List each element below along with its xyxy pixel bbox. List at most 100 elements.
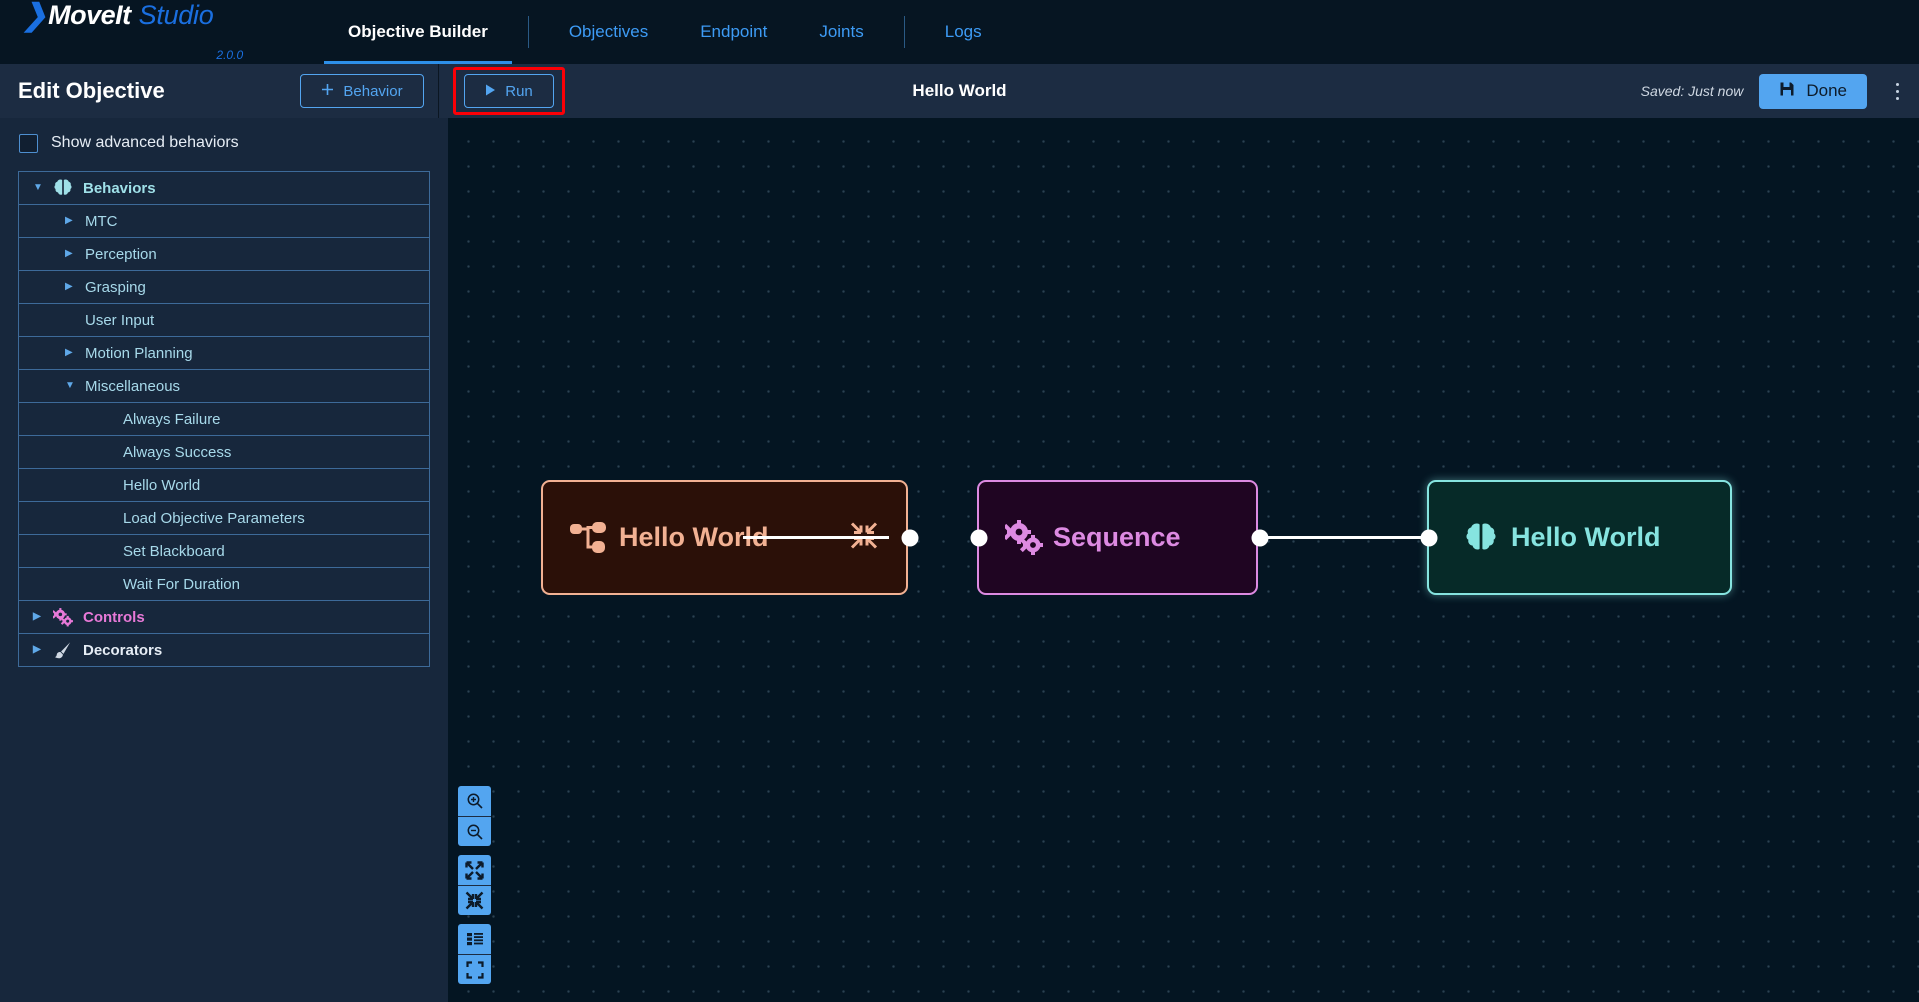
brand-name-primary: MoveIt bbox=[48, 0, 131, 30]
tree-item-wait-for-duration[interactable]: ▶ Wait For Duration bbox=[19, 568, 429, 601]
add-behavior-button[interactable]: Behavior bbox=[300, 74, 424, 108]
tree-item-label: Decorators bbox=[83, 641, 163, 659]
tree-item-label: Hello World bbox=[123, 476, 201, 494]
show-advanced-behaviors-checkbox[interactable] bbox=[19, 133, 38, 153]
behavior-tree-canvas[interactable]: Hello World Sequence Hello World bbox=[448, 118, 1919, 1002]
chevron-right-icon[interactable]: ▶ bbox=[65, 249, 79, 259]
tab-logs[interactable]: Logs bbox=[919, 0, 1008, 64]
expand-collapse-group bbox=[458, 855, 491, 915]
run-button-wrapper: Run bbox=[453, 67, 565, 115]
chevron-down-icon[interactable]: ▼ bbox=[65, 381, 79, 391]
tree-item-motion-planning[interactable]: ▶ Motion Planning bbox=[19, 337, 429, 370]
chevron-right-icon[interactable]: ▶ bbox=[65, 216, 79, 226]
toolbar-right-group: Saved: Just now Done bbox=[1641, 64, 1911, 118]
caret-spacer: ▶ bbox=[103, 546, 117, 556]
tree-item-label: Load Objective Parameters bbox=[123, 509, 305, 527]
page-title: Edit Objective bbox=[18, 78, 165, 103]
tree-item-label: Miscellaneous bbox=[85, 377, 181, 395]
tree-item-load-objective-parameters[interactable]: ▶ Load Objective Parameters bbox=[19, 502, 429, 535]
tab-label: Logs bbox=[944, 22, 982, 41]
canvas-controls bbox=[458, 786, 491, 984]
plus-icon bbox=[321, 83, 334, 100]
paintbrush-icon bbox=[53, 641, 75, 660]
caret-spacer: ▶ bbox=[103, 414, 117, 424]
tree-item-label: Perception bbox=[85, 245, 157, 263]
tree-item-label: Set Blackboard bbox=[123, 542, 225, 560]
editor-toolbar: Edit Objective Behavior Run Hello World … bbox=[0, 64, 1919, 118]
node-hello-world-leaf[interactable]: Hello World bbox=[1420, 480, 1732, 595]
tree-item-label: Motion Planning bbox=[85, 344, 193, 362]
node-input-port[interactable] bbox=[1420, 529, 1438, 546]
tree-item-label: User Input bbox=[85, 311, 155, 329]
tree-item-always-success[interactable]: ▶ Always Success bbox=[19, 436, 429, 469]
kebab-menu-icon[interactable] bbox=[1883, 71, 1911, 111]
tree-item-user-input[interactable]: ▶ User Input bbox=[19, 304, 429, 337]
layout-button[interactable] bbox=[458, 924, 491, 954]
toolbar-divider bbox=[438, 64, 439, 118]
tree-item-set-blackboard[interactable]: ▶ Set Blackboard bbox=[19, 535, 429, 568]
done-label: Done bbox=[1806, 81, 1847, 100]
tree-item-decorators[interactable]: ▶ Decorators bbox=[19, 634, 429, 667]
tree-item-mtc[interactable]: ▶ MTC bbox=[19, 205, 429, 238]
expand-all-button[interactable] bbox=[458, 855, 491, 885]
show-advanced-behaviors-row[interactable]: Show advanced behaviors bbox=[0, 118, 448, 168]
layout-group bbox=[458, 924, 491, 984]
tree-item-label: Grasping bbox=[85, 278, 146, 296]
tree-item-grasping[interactable]: ▶ Grasping bbox=[19, 271, 429, 304]
tree-item-miscellaneous[interactable]: ▼ Miscellaneous bbox=[19, 370, 429, 403]
tab-label: Objectives bbox=[568, 22, 649, 41]
chevron-down-icon[interactable]: ▼ bbox=[33, 183, 47, 193]
node-sequence[interactable]: Sequence bbox=[970, 480, 1269, 595]
gears-icon bbox=[997, 519, 1053, 556]
chevron-right-icon[interactable]: ▶ bbox=[65, 348, 79, 358]
caret-spacer: ▶ bbox=[103, 513, 117, 523]
save-floppy-icon bbox=[1779, 81, 1795, 102]
node-label: Hello World bbox=[1511, 522, 1661, 552]
tab-endpoint[interactable]: Endpoint bbox=[674, 0, 793, 64]
zoom-out-button[interactable] bbox=[458, 816, 491, 846]
node-input-port[interactable] bbox=[970, 529, 988, 546]
tree-item-controls[interactable]: ▶ Controls bbox=[19, 601, 429, 634]
caret-spacer: ▶ bbox=[65, 315, 79, 325]
zoom-in-button[interactable] bbox=[458, 786, 491, 816]
chevron-right-icon[interactable]: ▶ bbox=[65, 282, 79, 292]
brain-icon bbox=[53, 178, 75, 198]
done-button[interactable]: Done bbox=[1759, 73, 1867, 109]
nav-tabs: Objective Builder Objectives Endpoint Jo… bbox=[322, 0, 1008, 64]
brand-name-secondary: Studio bbox=[138, 0, 214, 30]
play-icon bbox=[485, 83, 496, 100]
brand-version: 2.0.0 bbox=[216, 48, 244, 62]
run-button[interactable]: Run bbox=[464, 74, 554, 108]
tree-item-hello-world[interactable]: ▶ Hello World bbox=[19, 469, 429, 502]
tab-label: Joints bbox=[819, 22, 864, 41]
nav-divider bbox=[903, 16, 905, 48]
chevron-right-icon[interactable]: ▶ bbox=[33, 645, 47, 655]
caret-spacer: ▶ bbox=[103, 480, 117, 490]
node-output-port[interactable] bbox=[1251, 529, 1269, 546]
tree-item-perception[interactable]: ▶ Perception bbox=[19, 238, 429, 271]
tree-item-label: Controls bbox=[83, 608, 145, 626]
tab-joints[interactable]: Joints bbox=[793, 0, 889, 64]
tree-item-label: Always Success bbox=[123, 443, 232, 461]
fit-view-button[interactable] bbox=[458, 954, 491, 984]
edge-subtree-to-sequence bbox=[743, 536, 889, 539]
tab-label: Endpoint bbox=[700, 22, 768, 41]
tab-objective-builder[interactable]: Objective Builder bbox=[322, 0, 514, 64]
chevron-right-icon[interactable]: ▶ bbox=[33, 612, 47, 622]
show-advanced-behaviors-label: Show advanced behaviors bbox=[51, 134, 239, 151]
node-output-port[interactable] bbox=[901, 529, 919, 546]
app-logo[interactable]: ❯ MoveIt Studio 2.0.0 bbox=[0, 0, 322, 64]
chevron-right-icon: ❯ bbox=[22, 0, 48, 32]
caret-spacer: ▶ bbox=[103, 579, 117, 589]
edge-sequence-to-leaf bbox=[1257, 536, 1429, 539]
tab-objectives[interactable]: Objectives bbox=[543, 0, 674, 64]
run-label: Run bbox=[505, 82, 533, 100]
behavior-tree-list: ▼ Behaviors ▶ MTC ▶ Perception ▶ Grasping ▶ User … bbox=[18, 171, 430, 667]
tree-item-label: Behaviors bbox=[83, 179, 156, 197]
caret-spacer: ▶ bbox=[103, 447, 117, 457]
collapse-all-button[interactable] bbox=[458, 885, 491, 915]
tree-item-label: Wait For Duration bbox=[123, 575, 240, 593]
top-navigation-bar: ❯ MoveIt Studio 2.0.0 Objective Builder … bbox=[0, 0, 1919, 64]
tree-item-behaviors[interactable]: ▼ Behaviors bbox=[19, 172, 429, 205]
tree-item-always-failure[interactable]: ▶ Always Failure bbox=[19, 403, 429, 436]
